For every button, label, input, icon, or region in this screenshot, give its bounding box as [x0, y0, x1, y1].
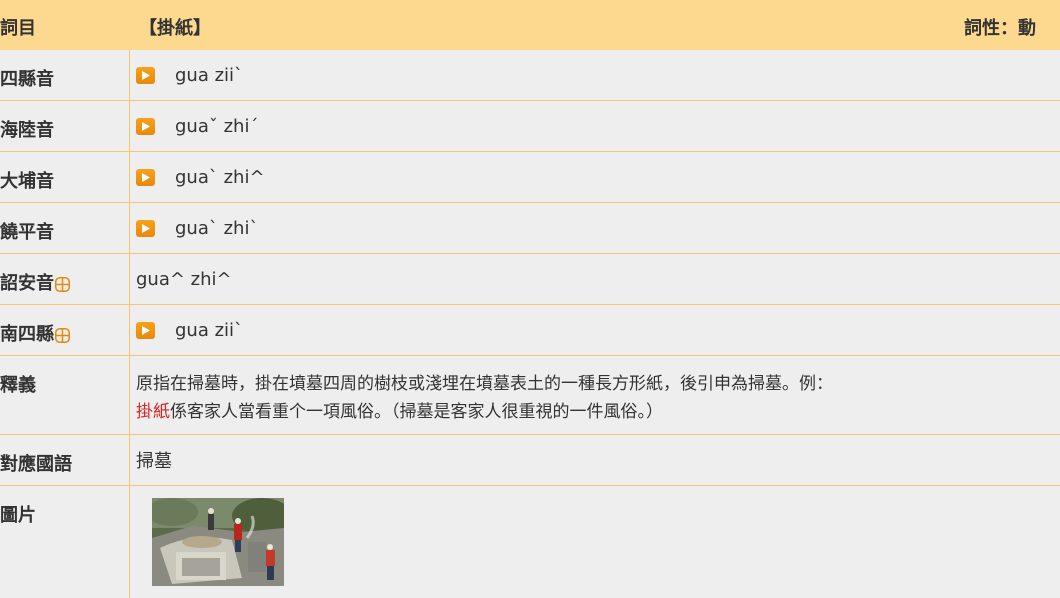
romanization: gua zii` — [175, 319, 244, 341]
romanization: gua zii` — [175, 64, 244, 86]
definition-label: 釋義 — [0, 356, 130, 434]
play-audio-button[interactable] — [136, 321, 155, 339]
pron-value: gua` zhi^ — [130, 152, 1060, 202]
play-audio-button[interactable] — [136, 117, 155, 135]
entry-term: 【掛紙】 — [139, 18, 211, 39]
pron-row-zhaoan: 詔安音 gua^ zhi^ — [0, 254, 1060, 305]
play-icon — [141, 121, 150, 131]
picture-row: 圖片 — [0, 486, 1060, 598]
example-sentence: 掛紙係客家人當看重个一項風俗。（掃墓是客家人很重視的一件風俗。） — [136, 398, 663, 426]
entry-header: 詞目 【掛紙】 詞性：動 — [0, 0, 1060, 50]
play-icon — [141, 70, 150, 80]
dialect-label: 大埔音 — [0, 152, 130, 202]
romanization: guaˇ zhi´ — [175, 115, 259, 137]
pron-row-sixian: 四縣音 gua zii` — [0, 50, 1060, 101]
tomb-sweeping-photo[interactable] — [152, 498, 284, 586]
mandarin-value: 掃墓 — [136, 451, 172, 472]
expand-plus-icon[interactable] — [55, 328, 70, 343]
play-audio-button[interactable] — [136, 168, 155, 186]
definition-value: 原指在掃墓時，掛在墳墓四周的樹枝或淺埋在墳墓表土的一種長方形紙，後引申為掃墓。例… — [130, 356, 1060, 434]
play-icon — [141, 223, 150, 233]
pron-value: gua` zhi` — [130, 203, 1060, 253]
dialect-label: 饒平音 — [0, 203, 130, 253]
pron-value: gua zii` — [130, 50, 1060, 100]
play-icon — [141, 172, 150, 182]
definition-text: 原指在掃墓時，掛在墳墓四周的樹枝或淺埋在墳墓表土的一種長方形紙，後引申為掃墓。例… — [136, 374, 833, 394]
romanization: gua` zhi` — [175, 217, 259, 239]
play-audio-button[interactable] — [136, 66, 155, 84]
dialect-label: 海陸音 — [0, 101, 130, 151]
romanization: gua` zhi^ — [175, 166, 265, 188]
expand-plus-icon[interactable] — [55, 277, 70, 292]
play-icon — [141, 325, 150, 335]
header-label: 詞目 — [0, 18, 36, 39]
entry-table: 詞目 【掛紙】 詞性：動 四縣音 gua zii` 海陸音 guaˇ zhi´ … — [0, 0, 1060, 598]
pron-value: guaˇ zhi´ — [130, 101, 1060, 151]
example-highlight: 掛紙 — [136, 402, 170, 422]
dialect-label: 詔安音 — [0, 254, 130, 304]
mandarin-label: 對應國語 — [0, 435, 130, 485]
picture-label: 圖片 — [0, 486, 130, 598]
romanization: gua^ zhi^ — [136, 268, 232, 290]
definition-row: 釋義 原指在掃墓時，掛在墳墓四周的樹枝或淺埋在墳墓表土的一種長方形紙，後引申為掃… — [0, 356, 1060, 435]
play-audio-button[interactable] — [136, 219, 155, 237]
example-rest: 係客家人當看重个一項風俗。（掃墓是客家人很重視的一件風俗。） — [170, 402, 663, 422]
pron-row-southern-sixian: 南四縣 gua zii` — [0, 305, 1060, 356]
pron-row-hailu: 海陸音 guaˇ zhi´ — [0, 101, 1060, 152]
pron-row-dapu: 大埔音 gua` zhi^ — [0, 152, 1060, 203]
pron-value: gua^ zhi^ — [130, 254, 1060, 304]
mandarin-row: 對應國語 掃墓 — [0, 435, 1060, 486]
dialect-label: 南四縣 — [0, 305, 130, 355]
picture-value — [130, 486, 1060, 598]
dialect-label: 四縣音 — [0, 50, 130, 100]
part-of-speech: 詞性：動 — [964, 18, 1036, 39]
pron-value: gua zii` — [130, 305, 1060, 355]
pron-row-raoping: 饒平音 gua` zhi` — [0, 203, 1060, 254]
